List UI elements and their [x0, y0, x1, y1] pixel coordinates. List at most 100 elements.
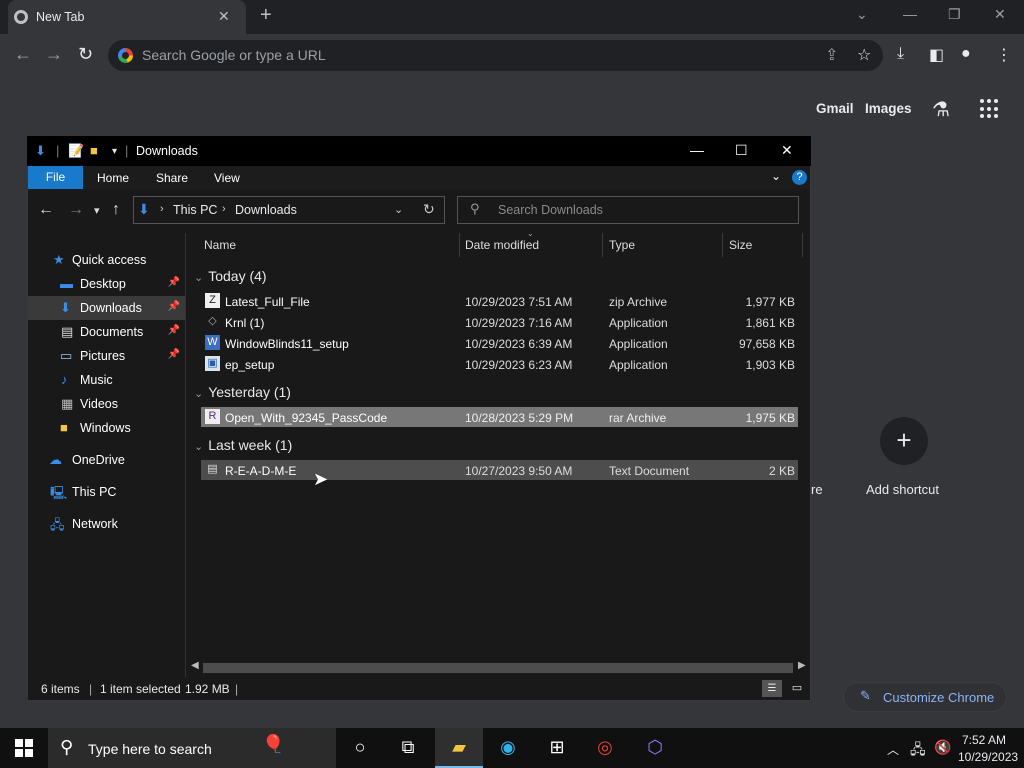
- add-shortcut-label[interactable]: Add shortcut: [866, 482, 939, 497]
- app-hexagon-icon[interactable]: ⬡: [642, 737, 668, 761]
- sidebar-item-this-pc[interactable]: 🖳 This PC: [28, 480, 185, 504]
- explorer-back-icon[interactable]: ←: [38, 201, 54, 219]
- help-icon[interactable]: ?: [792, 170, 807, 185]
- pane-divider[interactable]: [185, 233, 186, 677]
- breadcrumb-this-pc[interactable]: This PC: [173, 203, 217, 217]
- cortana-icon[interactable]: ○: [347, 737, 373, 761]
- explorer-close-icon[interactable]: ✕: [781, 142, 793, 159]
- chrome-icon[interactable]: ◎: [592, 737, 618, 761]
- new-folder-icon[interactable]: ■: [90, 143, 98, 158]
- menu-kebab-icon[interactable]: ⋮: [996, 45, 1012, 65]
- close-window-icon[interactable]: ✕: [994, 6, 1006, 23]
- column-divider[interactable]: [802, 233, 803, 257]
- side-panel-icon[interactable]: ◧: [929, 45, 944, 65]
- group-header-today[interactable]: ⌄ Today (4): [194, 268, 267, 284]
- column-header-type[interactable]: Type: [609, 238, 635, 252]
- sidebar-item-label: Windows: [80, 421, 131, 435]
- edge-icon[interactable]: ◉: [495, 737, 521, 761]
- breadcrumb-chevron-icon[interactable]: ›: [160, 203, 164, 215]
- up-arrow-icon[interactable]: ↑: [112, 201, 120, 219]
- group-header-yesterday[interactable]: ⌄ Yesterday (1): [194, 384, 291, 400]
- tab-search-chevron-icon[interactable]: ⌄: [856, 6, 868, 23]
- ribbon-tab-share[interactable]: Share: [156, 171, 188, 185]
- recent-locations-chevron-icon[interactable]: ▾: [94, 204, 100, 217]
- customize-chrome-label[interactable]: Customize Chrome: [883, 690, 994, 705]
- file-row[interactable]: ▤ R-E-A-D-M-E 10/27/2023 9:50 AM Text Do…: [201, 460, 798, 480]
- back-arrow-icon[interactable]: ←: [14, 44, 32, 65]
- sidebar-item-pictures[interactable]: ▭ Pictures 📌: [28, 344, 185, 368]
- file-row[interactable]: ◇ Krnl (1) 10/29/2023 7:16 AM Applicatio…: [201, 312, 798, 332]
- column-header-name[interactable]: Name: [204, 238, 236, 252]
- network-tray-icon[interactable]: 🖧: [910, 739, 926, 763]
- ribbon-tab-file[interactable]: File: [28, 166, 83, 189]
- google-apps-icon[interactable]: [980, 99, 1000, 119]
- add-shortcut-button[interactable]: +: [880, 417, 928, 465]
- shortcut-label[interactable]: re: [811, 482, 823, 497]
- restore-icon[interactable]: ❐: [948, 6, 961, 23]
- taskbar-search-placeholder[interactable]: Type here to search: [88, 741, 212, 757]
- group-header-last-week[interactable]: ⌄ Last week (1): [194, 437, 292, 453]
- sidebar-item-windows[interactable]: ■ Windows: [28, 416, 185, 440]
- sidebar-item-desktop[interactable]: ▬ Desktop 📌: [28, 272, 185, 296]
- volume-muted-icon[interactable]: 🔇: [934, 739, 951, 756]
- ribbon-tab-home[interactable]: Home: [97, 171, 129, 185]
- refresh-icon[interactable]: ↻: [423, 201, 435, 218]
- scroll-right-arrow-icon[interactable]: ▶: [798, 660, 806, 671]
- column-header-date-modified[interactable]: Date modified: [465, 238, 539, 252]
- large-icons-view-icon[interactable]: ▭: [787, 680, 807, 697]
- file-row[interactable]: W WindowBlinds11_setup 10/29/2023 6:39 A…: [201, 333, 798, 353]
- clock-date[interactable]: 10/29/2023: [958, 750, 1018, 764]
- file-date: 10/29/2023 6:39 AM: [465, 337, 573, 351]
- sidebar-item-music[interactable]: ♪ Music: [28, 368, 185, 392]
- microsoft-store-icon[interactable]: ⊞: [544, 737, 570, 761]
- tab-close-icon[interactable]: ✕: [218, 8, 230, 25]
- ribbon-tab-view[interactable]: View: [214, 171, 240, 185]
- file-row[interactable]: ▣ ep_setup 10/29/2023 6:23 AM Applicatio…: [201, 354, 798, 374]
- bookmark-star-icon[interactable]: ☆: [857, 45, 871, 65]
- explorer-minimize-icon[interactable]: —: [690, 142, 704, 158]
- downloads-icon[interactable]: ⤓: [897, 45, 904, 63]
- omnibox-placeholder[interactable]: Search Google or type a URL: [142, 47, 326, 63]
- file-explorer-icon[interactable]: ▰: [446, 737, 472, 761]
- search-downloads-placeholder[interactable]: Search Downloads: [498, 203, 603, 217]
- scroll-left-arrow-icon[interactable]: ◀: [191, 660, 199, 671]
- sidebar-item-onedrive[interactable]: ☁ OneDrive: [28, 448, 185, 472]
- task-view-icon[interactable]: ⧉: [395, 737, 421, 761]
- forward-arrow-icon[interactable]: →: [45, 44, 63, 65]
- new-tab-button[interactable]: +: [260, 4, 272, 27]
- sidebar-item-videos[interactable]: ▦ Videos: [28, 392, 185, 416]
- column-divider[interactable]: [722, 233, 723, 257]
- expand-ribbon-chevron-icon[interactable]: ⌄: [771, 169, 781, 183]
- labs-flask-icon[interactable]: ⚗: [932, 97, 950, 122]
- images-link[interactable]: Images: [865, 101, 912, 116]
- profile-icon[interactable]: ●: [961, 45, 971, 63]
- sidebar-item-documents[interactable]: ▤ Documents 📌: [28, 320, 185, 344]
- downloads-folder-icon: ⬇: [35, 143, 46, 158]
- properties-icon[interactable]: 📝: [68, 143, 84, 159]
- sidebar-item-downloads[interactable]: ⬇ Downloads 📌: [28, 296, 185, 320]
- chrome-favicon-icon: [14, 10, 28, 24]
- customize-qat-chevron-icon[interactable]: ▾: [112, 146, 117, 157]
- show-hidden-icons-chevron-icon[interactable]: ︿: [887, 741, 899, 758]
- explorer-forward-icon[interactable]: →: [68, 201, 84, 219]
- search-highlight-art-icon[interactable]: 🎈: [262, 734, 284, 755]
- address-dropdown-chevron-icon[interactable]: ⌄: [394, 203, 403, 216]
- breadcrumb-downloads[interactable]: Downloads: [235, 203, 297, 217]
- details-view-icon[interactable]: ☰: [762, 680, 782, 697]
- file-row[interactable]: Z Latest_Full_File 10/29/2023 7:51 AM zi…: [201, 291, 798, 311]
- gmail-link[interactable]: Gmail: [816, 101, 854, 116]
- sidebar-item-network[interactable]: 🖧 Network: [28, 512, 185, 536]
- scrollbar-thumb[interactable]: [203, 663, 793, 673]
- clock-time[interactable]: 7:52 AM: [962, 733, 1006, 747]
- reload-icon[interactable]: ↻: [78, 44, 93, 65]
- minimize-icon[interactable]: —: [903, 6, 917, 22]
- windows-start-icon[interactable]: [15, 739, 33, 757]
- sidebar-item-quick-access[interactable]: ★ Quick access: [28, 248, 185, 272]
- breadcrumb-chevron-icon[interactable]: ›: [222, 203, 226, 215]
- column-divider[interactable]: [602, 233, 603, 257]
- file-row[interactable]: R Open_With_92345_PassCode 10/28/2023 5:…: [201, 407, 798, 427]
- column-divider[interactable]: [459, 233, 460, 257]
- share-icon[interactable]: ⇪: [825, 45, 838, 65]
- column-header-size[interactable]: Size: [729, 238, 752, 252]
- explorer-maximize-icon[interactable]: ☐: [735, 142, 748, 159]
